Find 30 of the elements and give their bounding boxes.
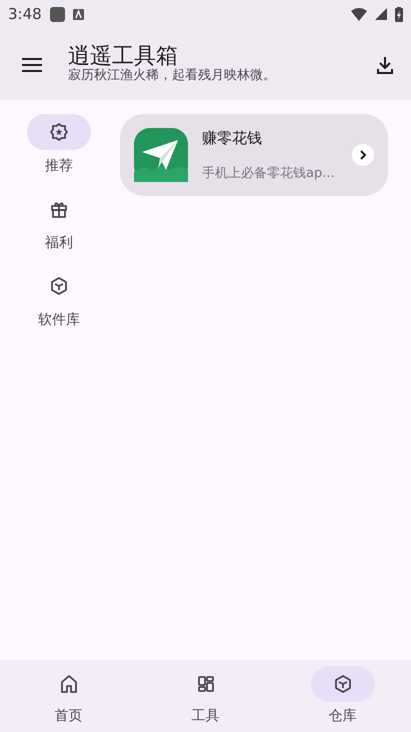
app-subtitle: 寂历秋江渔火稀，起看残月映林微。 xyxy=(68,68,277,84)
tab-label: 推荐 xyxy=(45,157,73,176)
chevron-icon xyxy=(358,150,368,160)
tab-label: 首页 xyxy=(54,707,82,726)
nav-tab[interactable]: 首页 xyxy=(0,660,137,732)
notification-icon xyxy=(50,6,65,22)
home-icon xyxy=(58,674,78,694)
status-time: 3:48 xyxy=(8,4,42,25)
tab-label: 软件库 xyxy=(38,311,80,330)
tab-label: 福利 xyxy=(45,234,73,253)
app-description: 手机上必备零花钱ap... xyxy=(202,164,336,182)
grid-icon xyxy=(196,674,216,694)
cube-icon xyxy=(332,674,352,694)
cube-icon xyxy=(49,276,69,296)
rail-tab[interactable]: 福利 xyxy=(27,191,91,254)
nav-tab[interactable]: 工具 xyxy=(137,660,274,732)
app-card[interactable]: 赚零花钱 手机上必备零花钱ap... xyxy=(120,114,388,196)
tab-label: 工具 xyxy=(192,707,220,726)
badge-icon xyxy=(49,122,69,142)
open-button[interactable] xyxy=(352,144,374,166)
app-name: 赚零花钱 xyxy=(202,128,263,149)
signal-icon xyxy=(375,8,387,20)
wifi-icon xyxy=(351,8,367,20)
paper-plane-icon xyxy=(134,128,188,182)
keyboard-icon xyxy=(72,8,84,20)
tab-label: 仓库 xyxy=(328,707,356,726)
rail-tab[interactable]: 软件库 xyxy=(27,268,91,331)
battery-icon xyxy=(395,6,403,22)
nav-tab[interactable]: 仓库 xyxy=(274,660,411,732)
app-title: 逍遥工具箱 xyxy=(68,44,178,69)
